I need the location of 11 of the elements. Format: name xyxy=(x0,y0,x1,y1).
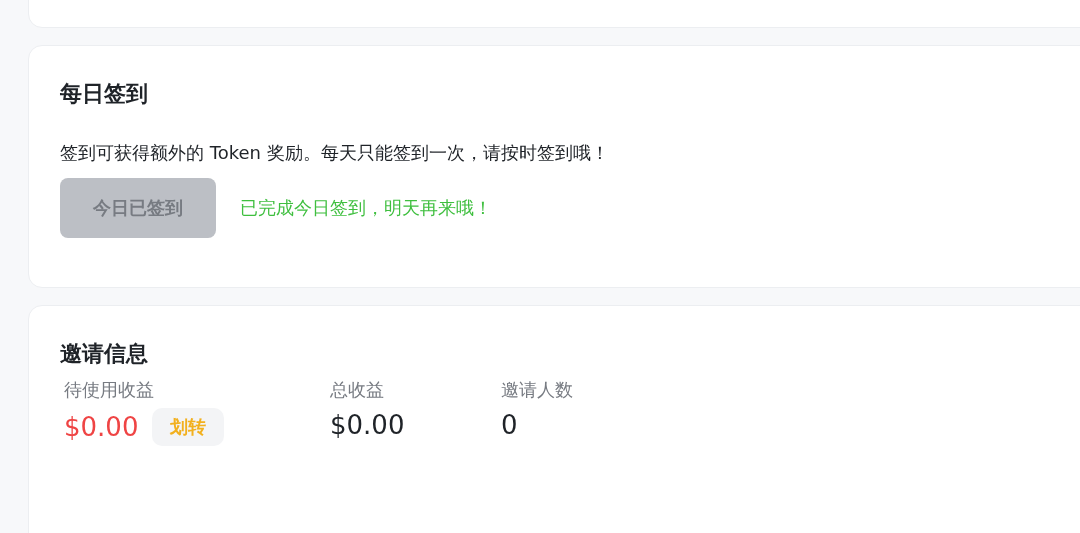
status-message: 已完成今日签到，明天再来哦！ xyxy=(240,196,492,220)
stat-value: $0.00 xyxy=(330,409,405,442)
stat-value: $0.00 xyxy=(64,411,139,444)
transfer-button[interactable]: 划转 xyxy=(152,408,225,446)
card-title: 邀请信息 xyxy=(60,340,149,368)
description-text: 签到可获得额外的 Token 奖励。每天只能签到一次，请按时签到哦！ xyxy=(60,141,610,165)
stat-label: 邀请人数 xyxy=(501,378,573,402)
stat-label: 总收益 xyxy=(330,378,385,402)
stat-label: 待使用收益 xyxy=(64,378,155,402)
stat-value: 0 xyxy=(501,409,518,442)
card-title: 每日签到 xyxy=(60,80,149,108)
